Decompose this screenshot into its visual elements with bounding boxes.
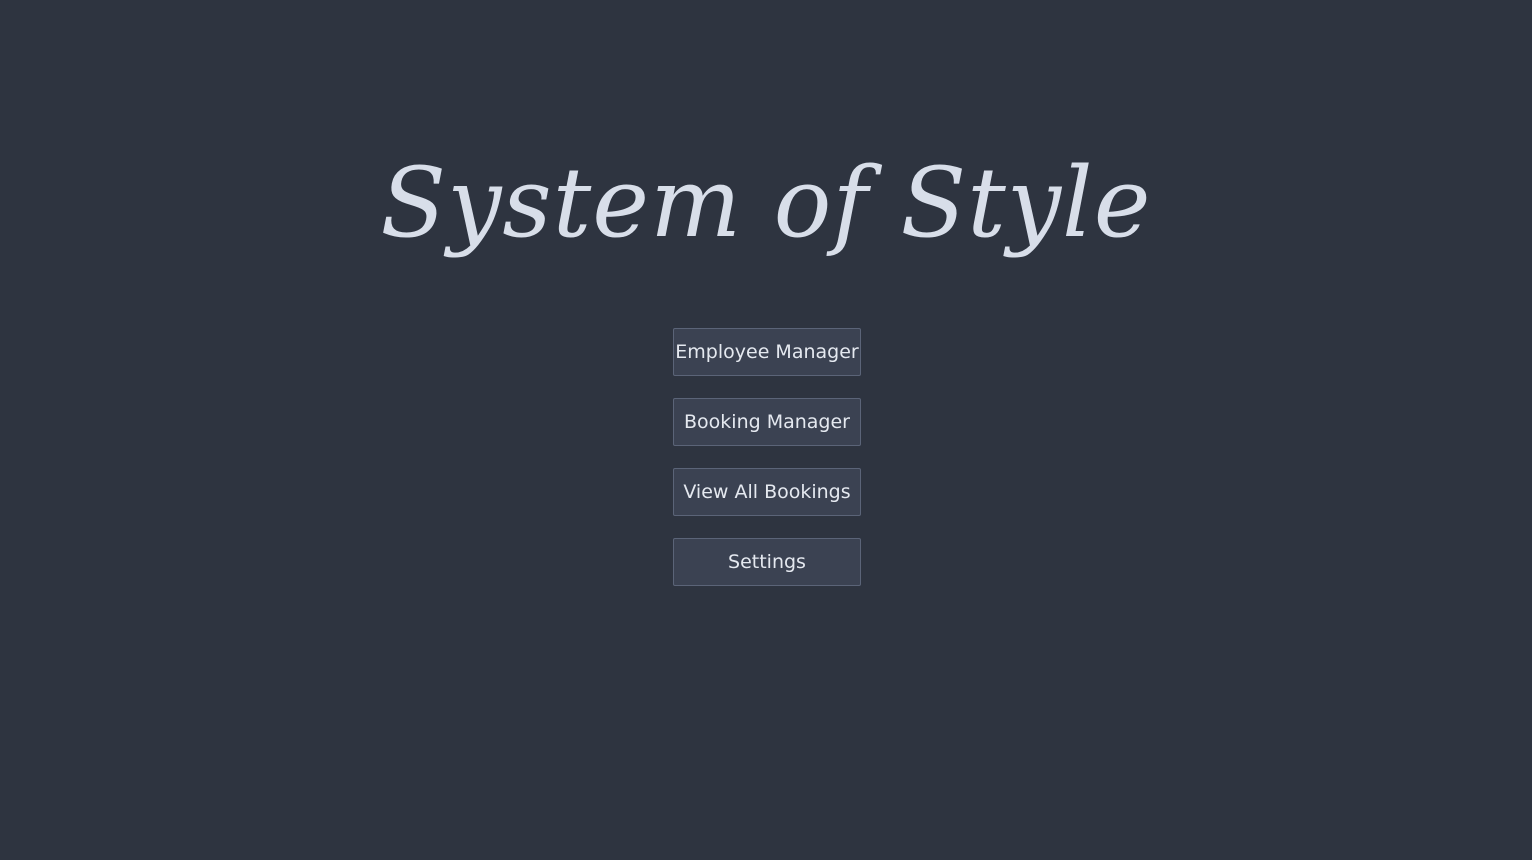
- view-all-bookings-button[interactable]: View All Bookings: [673, 468, 861, 516]
- settings-button[interactable]: Settings: [673, 538, 861, 586]
- main-menu-screen: System of Style Employee Manager Booking…: [0, 0, 1532, 860]
- employee-manager-button[interactable]: Employee Manager: [673, 328, 861, 376]
- app-title: System of Style: [380, 147, 1152, 259]
- main-menu: Employee Manager Booking Manager View Al…: [673, 328, 861, 608]
- booking-manager-button[interactable]: Booking Manager: [673, 398, 861, 446]
